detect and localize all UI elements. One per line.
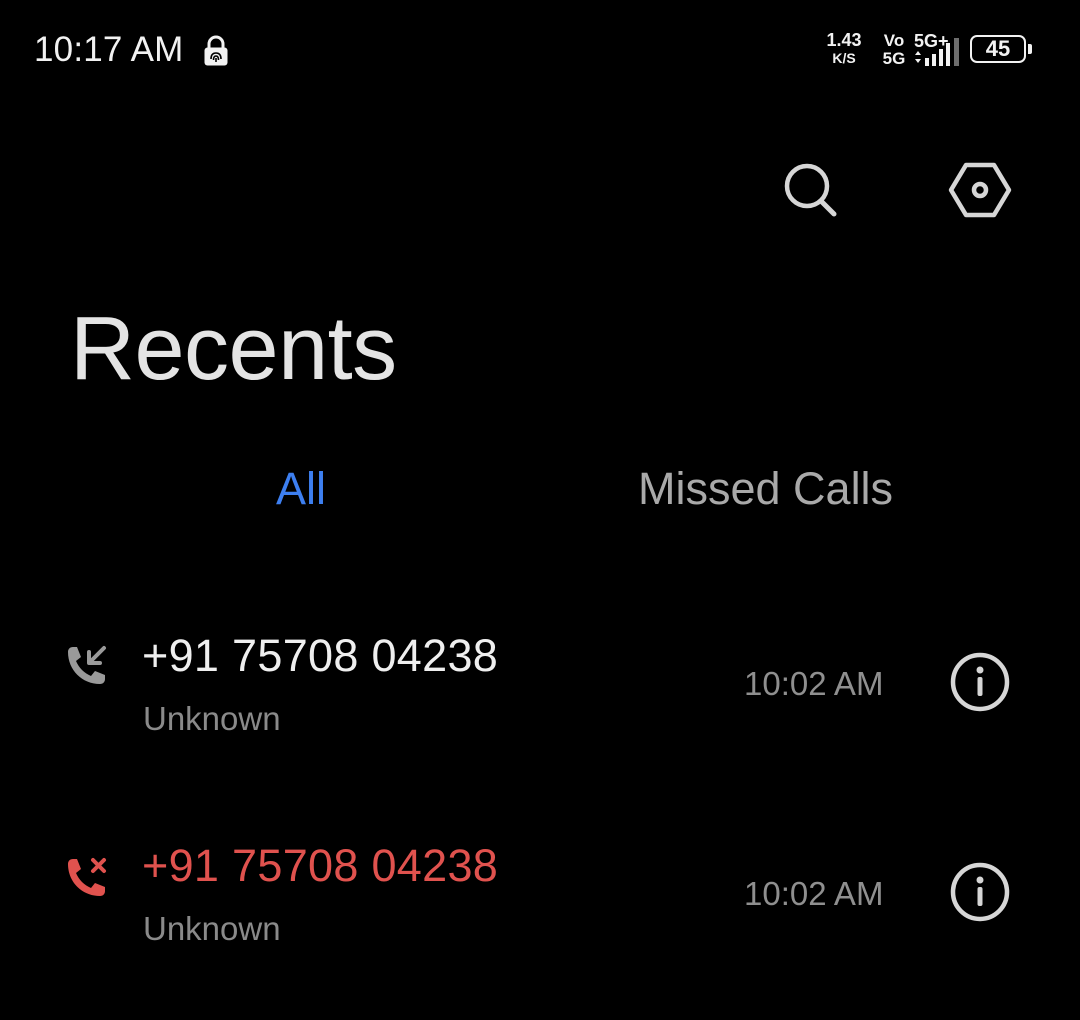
battery-level: 45 xyxy=(970,35,1026,63)
tab-all[interactable]: All xyxy=(276,463,326,515)
search-icon[interactable] xyxy=(778,158,842,222)
missed-call-icon xyxy=(68,858,106,896)
status-time: 10:17 AM xyxy=(34,30,184,69)
volte-indicator: Vo 5G xyxy=(882,31,906,68)
info-icon[interactable] xyxy=(948,860,1012,924)
call-number: +91 75708 04238 xyxy=(142,630,499,681)
signal-icon xyxy=(915,38,959,66)
tab-missed-calls[interactable]: Missed Calls xyxy=(638,463,893,515)
fingerprint-lock-icon xyxy=(204,35,228,66)
incoming-call-icon xyxy=(68,646,106,684)
info-icon[interactable] xyxy=(948,650,1012,714)
status-bar: 10:17 AM 1.43 K/S Vo 5G 5G+ 45 xyxy=(0,0,1080,100)
call-label: Unknown xyxy=(143,910,281,947)
call-time: 10:02 AM xyxy=(744,665,884,702)
settings-icon[interactable] xyxy=(946,156,1014,224)
call-log-item[interactable]: +91 75708 04238 Unknown 10:02 AM xyxy=(0,820,1080,1020)
call-time: 10:02 AM xyxy=(744,875,884,912)
call-label: Unknown xyxy=(143,700,281,737)
call-log-item[interactable]: +91 75708 04238 Unknown 10:02 AM xyxy=(0,610,1080,810)
battery-icon: 45 xyxy=(970,35,1036,67)
network-speed: 1.43 K/S xyxy=(826,30,862,66)
call-number: +91 75708 04238 xyxy=(142,840,499,891)
page-title: Recents xyxy=(70,299,397,399)
